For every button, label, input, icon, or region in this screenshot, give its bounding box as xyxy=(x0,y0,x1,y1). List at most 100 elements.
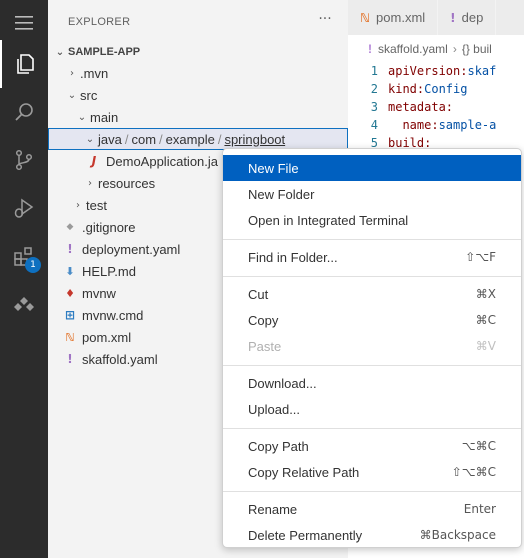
tree-label: deployment.yaml xyxy=(82,241,181,257)
menu-item-paste[interactable]: Paste ⌘V xyxy=(223,333,521,359)
code-line[interactable]: 3 metadata: xyxy=(348,98,453,116)
path-segment-java: java xyxy=(98,131,122,147)
chevron-down-icon: ⌄ xyxy=(77,111,87,123)
tab-deployment[interactable]: ! dep xyxy=(438,0,497,35)
menu-item-find-in-folder[interactable]: Find in Folder... ⇧⌥F xyxy=(223,244,521,270)
menu-item-upload[interactable]: Upload... xyxy=(223,396,521,422)
menu-shortcut: ⌥⌘C xyxy=(461,439,496,453)
chevron-right-icon: › xyxy=(88,177,92,189)
breadcrumb: ! skaffold.yaml › {} buil xyxy=(368,42,492,56)
menu-shortcut: ⌘C xyxy=(475,313,496,327)
markdown-file-icon: ⬇ xyxy=(65,264,75,278)
menu-item-label: Find in Folder... xyxy=(248,249,338,265)
run-debug-icon[interactable] xyxy=(0,184,48,232)
yaml-file-icon: ! xyxy=(67,352,73,366)
menu-item-label: Open in Integrated Terminal xyxy=(248,212,409,228)
menu-item-label: New File xyxy=(248,160,299,176)
tree-label: .gitignore xyxy=(82,219,136,235)
menu-item-label: Upload... xyxy=(248,401,301,417)
code-line[interactable]: 1 apiVersion: skaf xyxy=(348,62,497,80)
menu-separator xyxy=(223,239,521,240)
menu-shortcut: Enter xyxy=(463,502,496,516)
context-menu: New File New Folder Open in Integrated T… xyxy=(222,148,522,548)
tree-folder-src[interactable]: ⌄ src xyxy=(48,84,348,106)
tree-label: test xyxy=(86,197,107,213)
breadcrumb-file[interactable]: skaffold.yaml xyxy=(378,42,448,56)
path-segment-com: com xyxy=(131,131,157,147)
editor-tabs: ℕ pom.xml ! dep xyxy=(348,0,524,35)
chevron-right-icon: › xyxy=(70,67,74,79)
line-number: 1 xyxy=(370,64,378,78)
path-separator: / xyxy=(124,131,129,147)
xml-file-icon: ℕ xyxy=(360,10,371,25)
windows-cmd-icon: ⊞ xyxy=(64,308,76,322)
chevron-down-icon: ⌄ xyxy=(55,46,65,58)
source-control-icon[interactable] xyxy=(0,136,48,184)
tree-label: src xyxy=(80,87,98,103)
menu-item-label: Copy Path xyxy=(248,438,309,454)
tab-pom-xml[interactable]: ℕ pom.xml xyxy=(348,0,439,35)
menu-item-copy[interactable]: Copy ⌘C xyxy=(223,307,521,333)
menu-item-new-file[interactable]: New File xyxy=(223,155,521,181)
yaml-file-icon: ! xyxy=(368,42,372,56)
menu-item-delete-permanently[interactable]: Delete Permanently ⌘Backspace xyxy=(223,522,521,547)
yaml-file-icon: ! xyxy=(450,10,456,25)
workspace-name: SAMPLE-APP xyxy=(68,46,141,58)
tab-label: dep xyxy=(461,10,484,25)
extensions-badge: 1 xyxy=(25,257,41,273)
tree-folder-main[interactable]: ⌄ main xyxy=(48,106,348,128)
menu-item-rename[interactable]: Rename Enter xyxy=(223,496,521,522)
menu-shortcut: ⇧⌥F xyxy=(465,250,496,264)
yaml-value: Config xyxy=(424,82,468,96)
cloud-code-icon[interactable] xyxy=(0,280,48,328)
chevron-down-icon: ⌄ xyxy=(85,133,95,145)
tree-label: DemoApplication.ja xyxy=(106,153,219,169)
tree-label: skaffold.yaml xyxy=(82,351,158,367)
chevron-right-icon: › xyxy=(452,42,457,56)
menu-shortcut: ⌘X xyxy=(475,287,496,301)
menu-item-copy-relative-path[interactable]: Copy Relative Path ⇧⌥⌘C xyxy=(223,459,521,485)
yaml-file-icon: ! xyxy=(67,242,73,256)
menu-item-label: Paste xyxy=(248,338,282,354)
tree-folder-mvn[interactable]: › .mvn xyxy=(48,62,348,84)
menu-item-new-folder[interactable]: New Folder xyxy=(223,181,521,207)
menu-item-cut[interactable]: Cut ⌘X xyxy=(223,281,521,307)
chevron-down-icon: ⌄ xyxy=(67,89,77,101)
explorer-title: EXPLORER xyxy=(68,16,131,28)
breadcrumb-symbol[interactable]: {} buil xyxy=(462,42,492,56)
menu-item-download[interactable]: Download... xyxy=(223,370,521,396)
menu-item-label: Copy Relative Path xyxy=(248,464,360,480)
code-line[interactable]: 2 kind: Config xyxy=(348,80,468,98)
tree-label: resources xyxy=(98,175,156,191)
tree-label: .mvn xyxy=(80,65,109,81)
menu-item-copy-path[interactable]: Copy Path ⌥⌘C xyxy=(223,433,521,459)
line-number: 3 xyxy=(370,100,378,114)
menu-item-label: Download... xyxy=(248,375,317,391)
yaml-value: sample-a xyxy=(438,118,497,132)
menu-shortcut: ⌘Backspace xyxy=(419,528,496,542)
menu-item-label: New Folder xyxy=(248,186,315,202)
menu-item-label: Delete Permanently xyxy=(248,527,363,543)
yaml-value: skaf xyxy=(467,64,497,78)
search-icon[interactable] xyxy=(0,88,48,136)
menu-separator xyxy=(223,428,521,429)
yaml-key: metadata: xyxy=(388,100,454,114)
menu-item-open-terminal[interactable]: Open in Integrated Terminal xyxy=(223,207,521,233)
line-number: 2 xyxy=(370,82,378,96)
gitignore-file-icon: ◆ xyxy=(66,222,74,232)
workspace-section-header[interactable]: ⌄ SAMPLE-APP xyxy=(52,42,140,62)
menu-separator xyxy=(223,491,521,492)
files-icon[interactable] xyxy=(0,40,48,88)
menu-separator xyxy=(223,365,521,366)
extensions-icon[interactable]: 1 xyxy=(0,232,48,280)
maven-wrapper-icon: ♦ xyxy=(65,286,75,300)
menu-separator xyxy=(223,276,521,277)
tab-label: pom.xml xyxy=(376,10,426,25)
tree-folder-springboot[interactable]: ⌄ java / com / example / springboot xyxy=(48,128,348,150)
code-line[interactable]: 4 name: sample-a xyxy=(348,116,497,134)
java-file-icon: J xyxy=(91,154,97,168)
chevron-right-icon: › xyxy=(76,199,80,211)
menu-shortcut: ⇧⌥⌘C xyxy=(451,465,496,479)
path-segment-example: example xyxy=(165,131,215,147)
more-actions-icon[interactable]: ··· xyxy=(316,10,334,28)
